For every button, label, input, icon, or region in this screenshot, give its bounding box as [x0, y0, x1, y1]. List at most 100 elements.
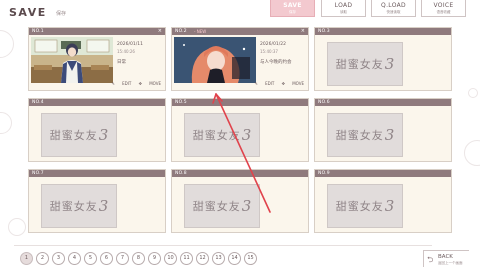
- empty-slot-logo: 甜蜜女友 3: [184, 184, 260, 228]
- logo-text: 甜蜜女友: [335, 129, 384, 142]
- save-thumbnail: [31, 37, 113, 83]
- slot-number: NO.8: [175, 170, 187, 176]
- slot-number: NO.3: [318, 28, 330, 34]
- page-button-9[interactable]: 9: [148, 252, 161, 265]
- logo-number: 3: [384, 197, 395, 215]
- save-chapter-title: 日常: [117, 60, 126, 65]
- page-button-2[interactable]: 2: [36, 252, 49, 265]
- empty-slot-logo: 甜蜜女友 3: [184, 113, 260, 157]
- tab-load[interactable]: LOAD 读取: [321, 0, 366, 17]
- save-date: 2026/01/22: [260, 42, 286, 47]
- empty-slot-logo: 甜蜜女友 3: [41, 184, 117, 228]
- tab-sublabel: 快速读取: [386, 10, 401, 14]
- logo-number: 3: [241, 197, 252, 215]
- save-time: 15:40:26: [117, 49, 135, 54]
- save-time: 15:40:37: [260, 49, 278, 54]
- new-badge: - NEW: [194, 28, 207, 34]
- save-slot-8[interactable]: NO.8 甜蜜女友 3: [171, 169, 309, 233]
- delete-slot-close-icon[interactable]: ×: [301, 28, 305, 34]
- save-slot-9[interactable]: NO.9 甜蜜女友 3: [314, 169, 452, 233]
- decor-circle: [0, 112, 12, 134]
- page-button-1[interactable]: 1: [20, 252, 33, 265]
- slot-number: NO.1: [32, 28, 44, 34]
- slot-header: NO.7: [29, 170, 165, 177]
- logo-number: 3: [98, 126, 109, 144]
- tab-label: Q.LOAD: [381, 2, 406, 9]
- save-thumbnail: [174, 37, 256, 83]
- decor-circle: [464, 140, 480, 166]
- edit-label: EDIT: [122, 81, 132, 86]
- tab-qload[interactable]: Q.LOAD 快速读取: [371, 0, 416, 17]
- page-button-14[interactable]: 14: [228, 252, 241, 265]
- decor-circle: [8, 218, 26, 236]
- page-button-11[interactable]: 11: [180, 252, 193, 265]
- edit-button[interactable]: ✎ EDIT: [111, 81, 131, 86]
- tab-sublabel: 语音收藏: [436, 10, 451, 14]
- slot-header: NO.9: [315, 170, 451, 177]
- slot-number: NO.4: [32, 99, 44, 105]
- move-label: MOVE: [149, 81, 161, 86]
- logo-number: 3: [241, 126, 252, 144]
- tab-label: SAVE: [283, 2, 302, 9]
- empty-slot-logo: 甜蜜女友 3: [41, 113, 117, 157]
- slot-header: NO.5: [172, 99, 308, 106]
- page-button-6[interactable]: 6: [100, 252, 113, 265]
- save-slot-4[interactable]: NO.4 甜蜜女友 3: [28, 98, 166, 162]
- page-button-12[interactable]: 12: [196, 252, 209, 265]
- slot-number: NO.5: [175, 99, 187, 105]
- page-button-7[interactable]: 7: [116, 252, 129, 265]
- page-button-13[interactable]: 13: [212, 252, 225, 265]
- empty-slot-logo: 甜蜜女友 3: [327, 184, 403, 228]
- logo-number: 3: [384, 126, 395, 144]
- decor-circle: [468, 88, 478, 98]
- logo-text: 甜蜜女友: [335, 58, 384, 71]
- pager-divider: [14, 245, 432, 246]
- back-label: BACK: [438, 254, 453, 260]
- page-button-10[interactable]: 10: [164, 252, 177, 265]
- save-date: 2026/01/11: [117, 42, 143, 47]
- slot-header: NO.6: [315, 99, 451, 106]
- page-button-3[interactable]: 3: [52, 252, 65, 265]
- delete-slot-close-icon[interactable]: ×: [158, 28, 162, 34]
- tab-save[interactable]: SAVE 保存: [270, 0, 315, 17]
- slot-number: NO.9: [318, 170, 330, 176]
- tab-voice[interactable]: VOICE 语音收藏: [421, 0, 466, 17]
- save-slot-5[interactable]: NO.5 甜蜜女友 3: [171, 98, 309, 162]
- empty-slot-logo: 甜蜜女友 3: [327, 42, 403, 86]
- logo-text: 甜蜜女友: [335, 200, 384, 213]
- page-button-15[interactable]: 15: [244, 252, 257, 265]
- tab-sublabel: 读取: [340, 10, 347, 14]
- save-slot-1[interactable]: NO.1 × 2026/01/11 15:40:26 日常 ✎ EDIT ✥ M…: [28, 27, 166, 91]
- slot-header: NO.1 ×: [29, 28, 165, 35]
- move-button[interactable]: ✥ MOVE: [139, 81, 161, 86]
- classroom-scene-image: [31, 37, 113, 83]
- move-label: MOVE: [292, 81, 304, 86]
- page-button-8[interactable]: 8: [132, 252, 145, 265]
- slot-number: NO.6: [318, 99, 330, 105]
- page-button-5[interactable]: 5: [84, 252, 97, 265]
- logo-number: 3: [98, 197, 109, 215]
- save-slot-2[interactable]: NO.2 - NEW × 2026/01/22 15:40:37 与人今晚的约会…: [171, 27, 309, 91]
- logo-text: 甜蜜女友: [49, 129, 98, 142]
- edit-button[interactable]: ✎ EDIT: [254, 81, 274, 86]
- logo-number: 3: [384, 55, 395, 73]
- empty-slot-logo: 甜蜜女友 3: [327, 113, 403, 157]
- tab-label: VOICE: [433, 2, 454, 9]
- tab-sublabel: 保存: [289, 10, 296, 14]
- page-title: SAVE: [9, 6, 47, 19]
- save-chapter-title: 与人今晚的约会: [260, 60, 292, 65]
- edit-label: EDIT: [265, 81, 275, 86]
- move-button[interactable]: ✥ MOVE: [282, 81, 304, 86]
- save-slot-6[interactable]: NO.6 甜蜜女友 3: [314, 98, 452, 162]
- logo-text: 甜蜜女友: [192, 200, 241, 213]
- back-arrow-icon: ⮌: [427, 255, 434, 264]
- save-slot-7[interactable]: NO.7 甜蜜女友 3: [28, 169, 166, 233]
- tab-label: LOAD: [334, 2, 353, 9]
- slot-number: NO.7: [32, 170, 44, 176]
- logo-text: 甜蜜女友: [192, 129, 241, 142]
- save-slot-3[interactable]: NO.3 甜蜜女友 3: [314, 27, 452, 91]
- page-subtitle: 保存: [56, 11, 67, 17]
- page-button-4[interactable]: 4: [68, 252, 81, 265]
- slot-header: NO.2 - NEW ×: [172, 28, 308, 35]
- back-button[interactable]: ⮌ BACK 返回上一个画面: [423, 250, 469, 267]
